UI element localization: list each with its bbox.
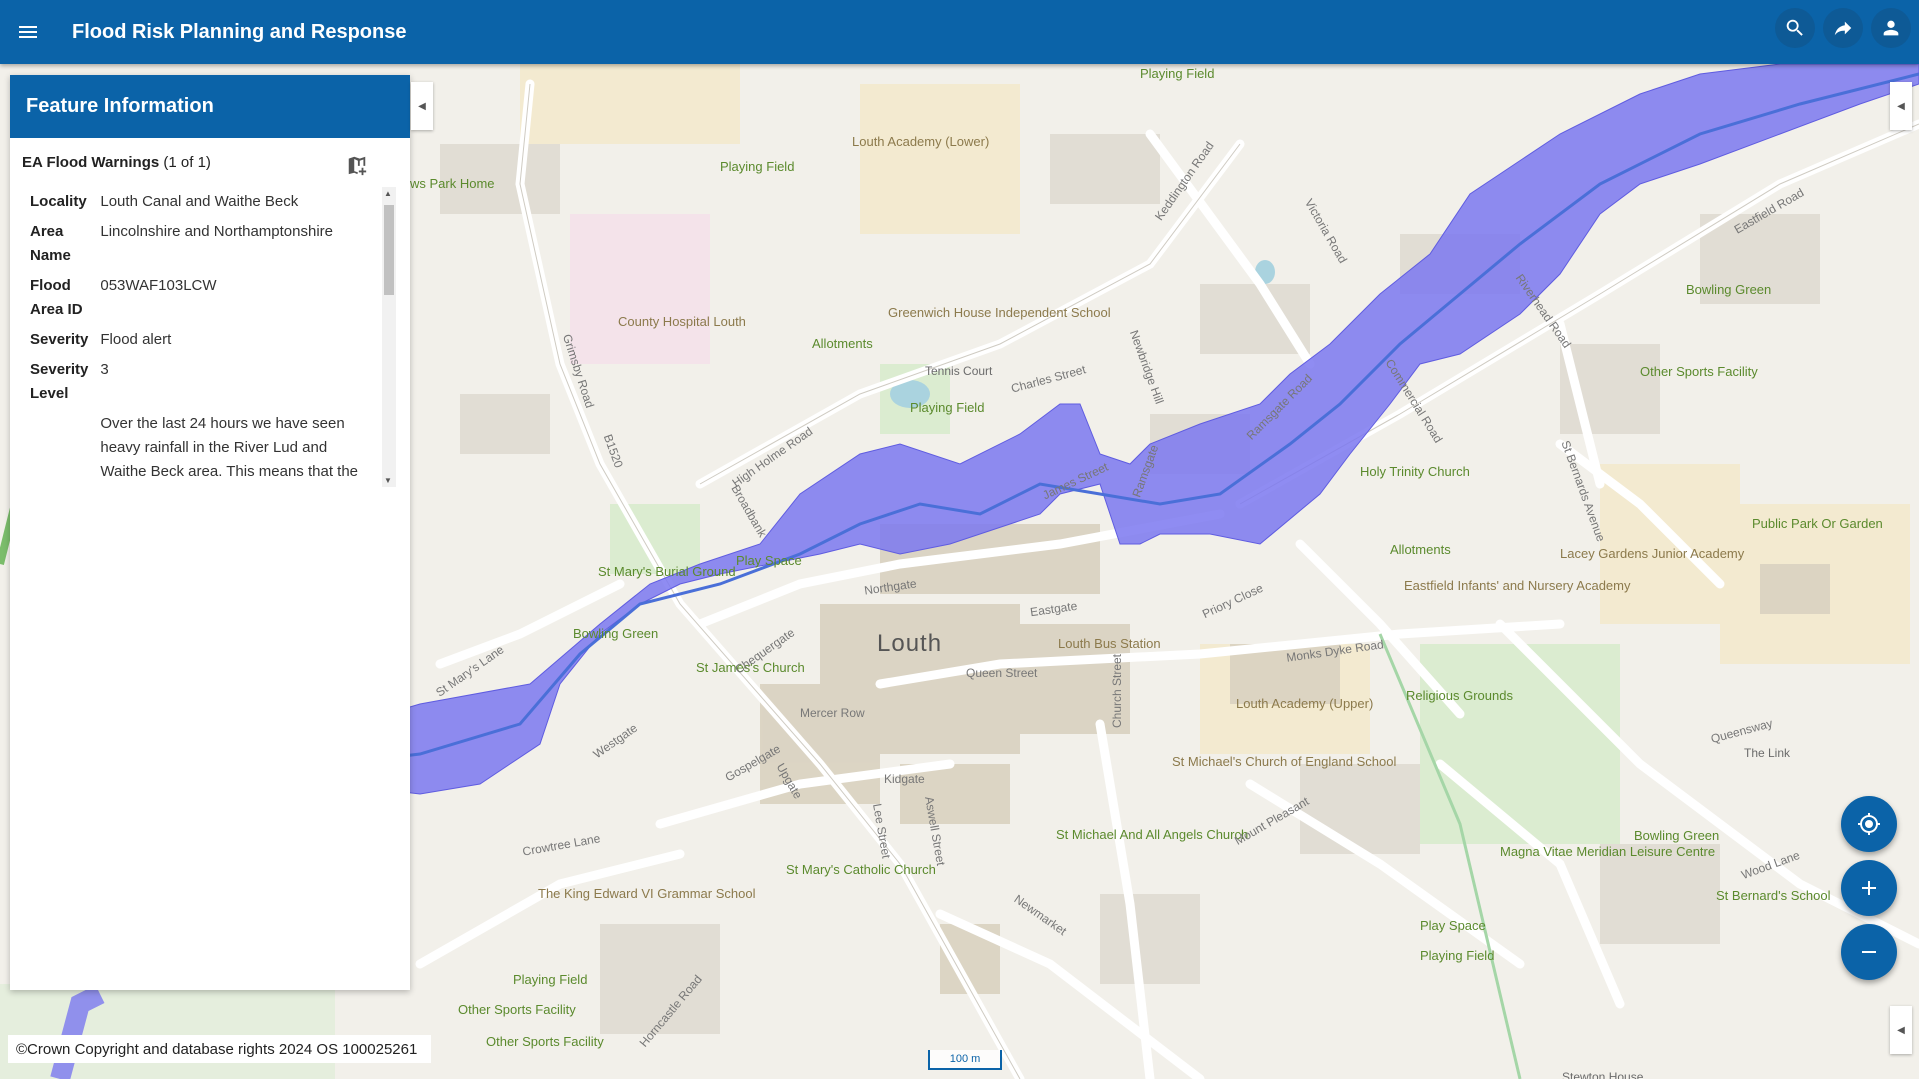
collapse-bottom-panel-button[interactable]: ◀ <box>1890 1006 1912 1054</box>
zoom-to-feature-button[interactable] <box>346 154 368 180</box>
map-label: Religious Grounds <box>1406 688 1513 703</box>
road-label: Church Street <box>1110 653 1125 729</box>
app-header: Flood Risk Planning and Response <box>0 0 1919 64</box>
attribute-row: Locality Louth Canal and Waithe Beck <box>30 193 299 210</box>
map-label: Playing Field <box>1140 66 1215 81</box>
attribute-row: Severity Level 3 <box>30 361 109 402</box>
attribute-table: Locality Louth Canal and Waithe Beck Area… <box>22 187 372 487</box>
chevron-left-icon: ◀ <box>418 100 426 112</box>
map-label: Magna Vitae Meridian Leisure Centre <box>1500 844 1716 859</box>
map-label: Playing Field <box>910 400 985 415</box>
attribute-row: Severity Flood alert <box>30 331 172 348</box>
road-label: Queen Street <box>966 666 1038 680</box>
plus-icon <box>1862 881 1876 895</box>
map-label: St Michael's Church of England School <box>1172 754 1397 769</box>
attribute-scrollbar[interactable]: ▲ ▼ <box>382 187 396 487</box>
map-label: Other Sports Facility <box>458 1002 576 1017</box>
my-location-icon <box>1858 813 1880 835</box>
map-label: The Link <box>1744 746 1791 760</box>
feature-count: (1 of 1) <box>163 154 211 171</box>
map-label: Playing Field <box>720 159 795 174</box>
collapse-panel-button[interactable]: ◀ <box>411 82 433 130</box>
attribute-list[interactable]: Locality Louth Canal and Waithe Beck Area… <box>22 187 408 487</box>
map-attribution: ©Crown Copyright and database rights 202… <box>8 1035 432 1063</box>
map-label: St Mary's Burial Ground <box>598 564 736 579</box>
collapse-right-panel-button[interactable]: ◀ <box>1890 82 1912 130</box>
attribute-row: Over the last 24 hours we have seen heav… <box>100 415 359 480</box>
scroll-up-icon[interactable]: ▲ <box>384 189 392 198</box>
share-icon <box>1834 21 1852 36</box>
map-label: Tennis Court <box>925 364 993 378</box>
map-label: Play Space <box>1420 918 1486 933</box>
map-label: ws Park Home <box>410 176 495 191</box>
search-button[interactable] <box>1775 8 1815 48</box>
road-label: Kidgate <box>884 772 925 786</box>
map-label: Louth Bus Station <box>1058 636 1161 651</box>
map-label: Louth Academy (Upper) <box>1236 696 1374 711</box>
map-label: Stewton House <box>1562 1070 1644 1079</box>
map-label: County Hospital Louth <box>618 314 746 329</box>
scale-bar: 100 m <box>928 1050 1002 1070</box>
town-label: Louth <box>877 630 943 657</box>
menu-button[interactable] <box>0 0 56 64</box>
map-label: Playing Field <box>513 972 588 987</box>
map-label: Bowling Green <box>1634 828 1720 843</box>
map-label: Play Space <box>736 553 802 568</box>
map-label: Bowling Green <box>1686 282 1772 297</box>
map-label: Allotments <box>812 336 873 351</box>
map-label: Bowling Green <box>573 626 659 641</box>
road-label: Mercer Row <box>800 706 865 720</box>
map-label: St Bernard's School <box>1716 888 1831 903</box>
account-button[interactable] <box>1871 8 1911 48</box>
zoom-in-button[interactable] <box>1841 860 1897 916</box>
map-label: St Mary's Catholic Church <box>786 862 936 877</box>
map-add-icon <box>348 156 367 176</box>
map-label: Other Sports Facility <box>1640 364 1758 379</box>
map-label: Playing Field <box>1420 948 1495 963</box>
map-label: St Michael And All Angels Church <box>1056 827 1249 842</box>
map-label: Allotments <box>1390 542 1451 557</box>
scroll-down-icon[interactable]: ▼ <box>384 476 392 485</box>
app-title: Flood Risk Planning and Response <box>72 20 407 43</box>
feature-info-panel: Feature Information EA Flood Warnings (1… <box>10 75 410 990</box>
map-label: Lacey Gardens Junior Academy <box>1560 546 1745 561</box>
map-label: Public Park Or Garden <box>1752 516 1883 531</box>
share-button[interactable] <box>1823 8 1863 48</box>
search-icon <box>1786 19 1803 36</box>
attribute-row: Area Name Lincolnshire and Northamptonshi… <box>30 223 334 264</box>
map-label: Holy Trinity Church <box>1360 464 1470 479</box>
account-icon <box>1883 20 1899 36</box>
feature-layer-header: EA Flood Warnings (1 of 1) <box>10 138 410 186</box>
map-label: Louth Academy (Lower) <box>852 134 990 149</box>
map-label: The King Edward VI Grammar School <box>538 886 756 901</box>
layer-name: EA Flood Warnings <box>22 154 160 171</box>
map-label: Other Sports Facility <box>486 1034 604 1049</box>
attribute-row: Flood Area ID 053WAF103LCW <box>30 277 217 318</box>
menu-icon <box>19 26 37 38</box>
scrollbar-thumb[interactable] <box>384 205 394 295</box>
map-label: Greenwich House Independent School <box>888 305 1111 320</box>
chevron-left-icon: ◀ <box>1897 1024 1905 1036</box>
zoom-out-button[interactable] <box>1841 924 1897 980</box>
map-label: Eastfield Infants' and Nursery Academy <box>1404 578 1631 593</box>
panel-title: Feature Information <box>10 75 410 138</box>
minus-icon <box>1862 951 1876 953</box>
chevron-left-icon: ◀ <box>1897 100 1905 112</box>
locate-me-button[interactable] <box>1841 796 1897 852</box>
